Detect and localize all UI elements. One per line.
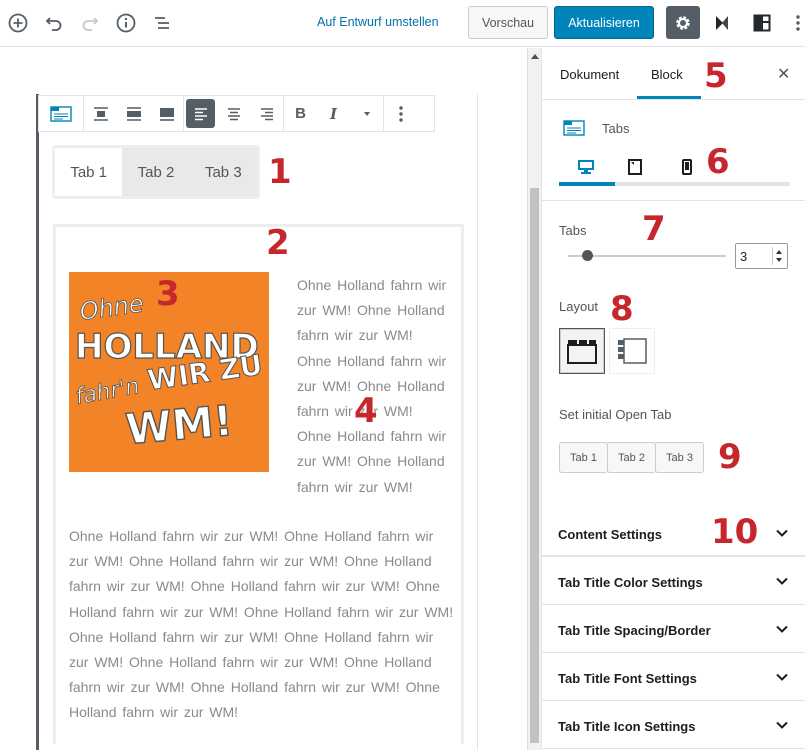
close-icon[interactable]: ✕ (777, 64, 790, 84)
update-button[interactable]: Aktualisieren (554, 6, 654, 39)
annotation-9: 9 (718, 437, 742, 477)
scroll-up-arrow-icon[interactable] (531, 54, 539, 59)
tabs-block-icon[interactable] (39, 96, 83, 131)
block-name: Tabs (602, 121, 630, 136)
tabs-count-input[interactable]: 3 (735, 243, 788, 269)
block-toolbar: B I (38, 95, 435, 132)
tab-title-2[interactable]: Tab 2 (122, 148, 190, 196)
editor-canvas: B I Tab 1 Tab 2 Tab 3 Ohne HOLLAND fahr'… (0, 48, 527, 750)
editor-scrollbar[interactable] (527, 48, 541, 750)
tabs-count-slider-handle[interactable] (582, 250, 593, 261)
editor-top-toolbar: Auf Entwurf umstellen Vorschau Aktualisi… (0, 0, 805, 47)
more-formats-button[interactable] (350, 96, 383, 131)
plus-circle-icon[interactable] (6, 11, 30, 35)
chevron-down-icon (776, 577, 788, 585)
accordion-label: Tab Title Spacing/Border (558, 623, 711, 638)
settings-button[interactable] (666, 6, 700, 39)
align-wide-top-icon[interactable] (84, 96, 117, 131)
mobile-icon[interactable] (682, 159, 692, 180)
align-left-icon[interactable] (186, 99, 215, 128)
switch-to-draft-link[interactable]: Auf Entwurf umstellen (317, 15, 439, 29)
align-right-icon[interactable] (250, 96, 283, 131)
annotation-3: 3 (156, 274, 180, 314)
layout-label: Layout (559, 299, 599, 314)
accordion-content-settings[interactable]: Content Settings (542, 509, 805, 557)
accordion-tab-title-spacing[interactable]: Tab Title Spacing/Border (542, 605, 805, 653)
chevron-down-icon (776, 625, 788, 633)
annotation-6: 6 (706, 142, 730, 182)
info-icon[interactable] (114, 11, 138, 35)
accordion-label: Content Settings (558, 527, 662, 542)
annotation-1: 1 (268, 152, 292, 192)
italic-button[interactable]: I (317, 96, 350, 131)
annotation-10: 10 (711, 512, 759, 552)
block-card: Tabs (542, 101, 805, 201)
settings-accordion: Content Settings Tab Title Color Setting… (542, 509, 805, 749)
align-center-icon[interactable] (117, 96, 150, 131)
active-tab-indicator (637, 96, 701, 99)
list-icon[interactable] (150, 11, 174, 35)
settings-sidebar: Dokument Block ✕ Tabs Tabs 3 Layout Set … (541, 48, 805, 750)
tab-title-1[interactable]: Tab 1 (55, 148, 123, 196)
layout-icon[interactable] (750, 11, 774, 35)
align-center-text-icon[interactable] (217, 96, 250, 131)
bold-button[interactable]: B (284, 96, 317, 131)
format-group: B I (284, 96, 384, 131)
initial-open-tab-3[interactable]: Tab 3 (655, 442, 704, 473)
chevron-down-icon (776, 721, 788, 729)
initial-open-tab-1[interactable]: Tab 1 (559, 442, 608, 473)
accordion-label: Tab Title Font Settings (558, 671, 697, 686)
k-logo-icon[interactable] (710, 11, 734, 35)
horizontal-tabs-icon (567, 340, 597, 364)
undo-icon[interactable] (42, 11, 66, 35)
gear-icon (676, 15, 690, 30)
accordion-tab-title-color[interactable]: Tab Title Color Settings (542, 557, 805, 605)
more-vertical-icon[interactable] (786, 11, 805, 35)
preview-button[interactable]: Vorschau (468, 6, 548, 39)
accordion-label: Tab Title Color Settings (558, 575, 703, 590)
redo-icon[interactable] (78, 11, 102, 35)
layout-option-horizontal[interactable] (559, 328, 605, 374)
chevron-down-icon (776, 529, 788, 537)
tab-document[interactable]: Dokument (560, 67, 619, 82)
text-align-group (184, 96, 284, 131)
accordion-tab-title-icon[interactable]: Tab Title Icon Settings (542, 701, 805, 749)
tabs-count-label: Tabs (559, 223, 587, 238)
tab-titles-bar: Tab 1 Tab 2 Tab 3 (52, 145, 260, 199)
device-tab-active-indicator (559, 182, 615, 186)
scrollbar-thumb[interactable] (530, 188, 539, 743)
annotation-4: 4 (354, 391, 378, 431)
tab-block[interactable]: Block (651, 67, 683, 82)
artwork-word-wm: WM! (124, 396, 235, 454)
tab-content-text[interactable]: Ohne Holland fahrn wir zur WM! Ohne Holl… (69, 524, 454, 726)
tab-title-3[interactable]: Tab 3 (189, 148, 257, 196)
sidebar-tabs: Dokument Block ✕ (542, 48, 805, 100)
annotation-2: 2 (266, 223, 290, 263)
layout-option-vertical[interactable] (609, 328, 655, 374)
tabs-count-value: 3 (740, 248, 748, 264)
block-type-group (39, 96, 84, 131)
tablet-icon[interactable] (628, 159, 642, 180)
vertical-tabs-icon (618, 338, 647, 364)
annotation-7: 7 (642, 209, 666, 249)
more-vertical-icon[interactable] (384, 96, 417, 131)
annotation-5: 5 (704, 56, 728, 96)
block-align-group (84, 96, 184, 131)
initial-open-tab-2[interactable]: Tab 2 (607, 442, 656, 473)
spinner-arrows-icon[interactable] (772, 247, 784, 265)
align-full-icon[interactable] (150, 96, 183, 131)
tabs-block-icon (563, 120, 585, 136)
tab-content-text-wrap[interactable]: Ohne Holland fahrn wir zur WM! Ohne Holl… (297, 273, 447, 500)
accordion-tab-title-font[interactable]: Tab Title Font Settings (542, 653, 805, 701)
annotation-8: 8 (610, 289, 634, 329)
accordion-label: Tab Title Icon Settings (558, 719, 696, 734)
chevron-down-icon (363, 111, 370, 116)
desktop-icon[interactable] (577, 159, 595, 180)
chevron-down-icon (776, 673, 788, 681)
initial-open-tab-group: Tab 1 Tab 2 Tab 3 (559, 442, 704, 473)
block-more-group (384, 96, 417, 131)
initial-open-tab-label: Set initial Open Tab (559, 407, 672, 422)
